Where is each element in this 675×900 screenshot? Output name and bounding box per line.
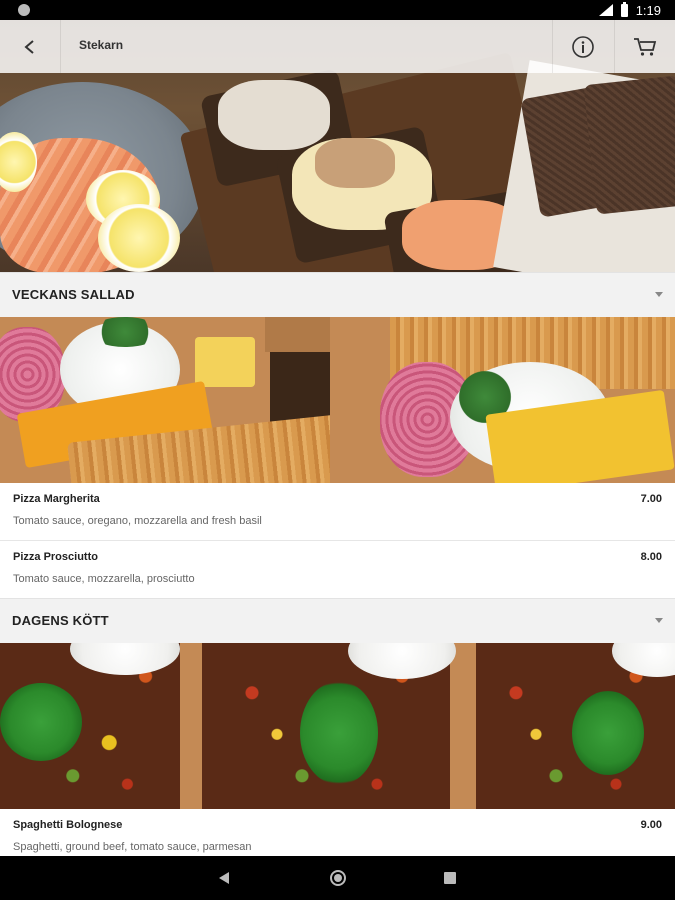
list-item[interactable]: Pizza Prosciutto 8.00 Tomato sauce, mozz…: [0, 541, 675, 599]
navigation-bar: [0, 856, 675, 900]
section-title: VECKANS SALLAD: [12, 287, 135, 302]
list-item[interactable]: Pizza Margherita 7.00 Tomato sauce, oreg…: [0, 483, 675, 541]
item-price: 8.00: [640, 551, 662, 563]
meat-parsley: [300, 681, 378, 785]
section-header-dagens-kott[interactable]: DAGENS KÖTT: [0, 598, 675, 643]
signal-icon: [598, 4, 613, 16]
item-description: Tomato sauce, mozzarella, prosciutto: [13, 573, 195, 585]
item-description: Tomato sauce, oregano, mozzarella and fr…: [13, 515, 262, 527]
meat-box-edge: [450, 643, 476, 809]
salad-cheese: [195, 337, 255, 387]
meat-box-edge: [180, 643, 202, 809]
hero-lemon: [98, 204, 180, 272]
item-name: Pizza Prosciutto: [13, 551, 98, 563]
notification-icon: [18, 4, 30, 16]
nav-home-icon[interactable]: [330, 870, 346, 886]
arrow-left-icon: [24, 39, 34, 54]
status-indicators: 1:19: [598, 1, 661, 18]
meat-parsley: [572, 691, 644, 775]
hero-topping: [218, 80, 330, 150]
status-bar: 1:19: [0, 0, 675, 20]
status-time: 1:19: [635, 2, 661, 18]
salad-dill: [90, 317, 160, 347]
chevron-down-icon: [655, 292, 663, 297]
cart-icon: [634, 37, 657, 56]
app-bar: Stekarn: [0, 20, 675, 73]
nav-back-icon[interactable]: [219, 872, 229, 884]
nav-recents-icon[interactable]: [444, 872, 456, 884]
back-button[interactable]: [0, 20, 61, 73]
meat-parsley: [0, 683, 82, 761]
hero-topping: [315, 138, 395, 188]
section-image-salad: [0, 317, 675, 483]
chevron-down-icon: [655, 618, 663, 623]
item-name: Pizza Margherita: [13, 493, 100, 505]
item-description: Spaghetti, ground beef, tomato sauce, pa…: [13, 841, 252, 853]
page-title: Stekarn: [79, 38, 124, 52]
item-name: Spaghetti Bolognese: [13, 819, 123, 831]
info-icon: [572, 35, 594, 58]
section-image-meat: [0, 643, 675, 809]
item-price: 7.00: [640, 493, 662, 505]
item-price: 9.00: [640, 819, 662, 831]
section-title: DAGENS KÖTT: [12, 613, 109, 628]
section-header-veckans-sallad[interactable]: VECKANS SALLAD: [0, 272, 675, 317]
battery-icon: [620, 1, 628, 17]
info-button[interactable]: [552, 20, 613, 73]
hero-rye-bread: [583, 75, 675, 215]
cart-button[interactable]: [614, 20, 675, 73]
